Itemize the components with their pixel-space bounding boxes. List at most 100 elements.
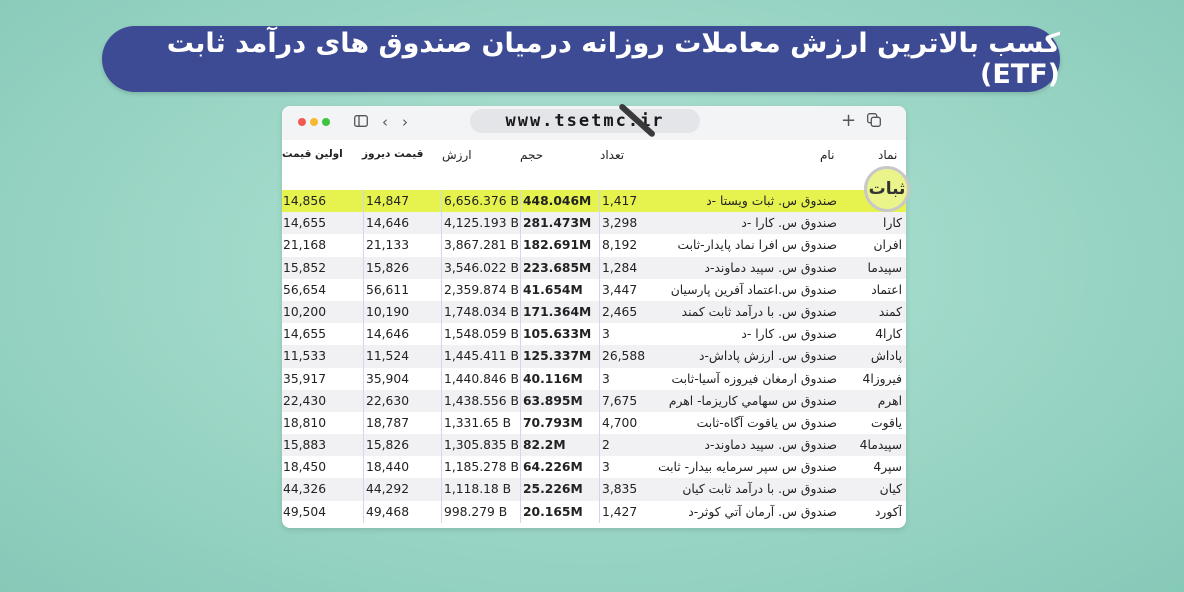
cell-value: 998.279 B: [441, 500, 522, 523]
cell-prev-price: 11,524: [363, 345, 442, 368]
cell-symbol: فيروزا4: [862, 371, 903, 386]
cell-first-price: 18,810: [283, 415, 327, 430]
cell-value: 1,331.65 B: [441, 411, 522, 435]
cell-count: 3,298: [599, 212, 650, 235]
cell-first-price: 18,450: [283, 460, 327, 475]
cell-prev-price: 15,826: [363, 434, 442, 457]
table-row[interactable]: 56,654 56,611 2,359.874 B 41.654M 3,447 صندوق…: [282, 278, 906, 301]
cell-symbol: سپيدما: [867, 260, 902, 275]
cell-first-price: 14,856: [283, 194, 327, 208]
cell-prev-price: 18,787: [363, 411, 442, 435]
table-row[interactable]: 10,200 10,190 1,748.034 B 171.364M 2,465 صندو…: [282, 300, 906, 324]
cell-volume: 171.364M: [520, 300, 601, 324]
cell-count: 1,284: [599, 256, 650, 279]
new-tab-icon[interactable]: +: [841, 112, 856, 130]
cell-volume: 41.654M: [520, 278, 601, 301]
cell-value: 1,548.059 B: [441, 323, 522, 346]
tabs-overview-icon[interactable]: [867, 113, 881, 131]
table-row[interactable]: 15,852 15,826 3,546.022 B 223.685M 1,284 صندو…: [282, 256, 906, 279]
cell-prev-price: 22,630: [363, 389, 442, 412]
cell-name: صندوق س. کارا -د: [741, 216, 837, 231]
maximize-window-button[interactable]: [322, 118, 330, 126]
banner-title: کسب بالاترین ارزش معاملات روزانه درمیان …: [102, 26, 1060, 92]
cell-first-price: 14,655: [283, 216, 327, 231]
sidebar-icon[interactable]: [354, 113, 368, 131]
cell-volume: 182.691M: [520, 234, 601, 257]
cell-count: 3,447: [599, 278, 650, 301]
cell-value: 1,445.411 B: [441, 345, 522, 368]
cell-prev-price: 56,611: [363, 278, 442, 301]
table-row[interactable]: 44,326 44,292 1,118.18 B 25.226M 3,835 صندوق …: [282, 478, 906, 501]
cell-volume: 105.633M: [520, 323, 601, 346]
header-first-price: اولین قیمت: [282, 148, 343, 160]
back-icon[interactable]: ‹: [382, 113, 388, 131]
table-row[interactable]: 14,856 14,847 6,656.376 B 448.046M 1,417 صندو…: [282, 190, 906, 213]
table-row[interactable]: 21,168 21,133 3,867.281 B 182.691M 8,192 صندو…: [282, 234, 906, 257]
cell-volume: 281.473M: [520, 212, 601, 235]
cell-first-price: 11,533: [283, 349, 327, 364]
cell-volume: 82.2M: [520, 434, 601, 457]
cell-prev-price: 44,292: [363, 478, 442, 501]
table-row[interactable]: 15,883 15,826 1,305.835 B 82.2M 2 صندوق س. سپ…: [282, 434, 906, 457]
table-row[interactable]: 14,655 14,646 1,548.059 B 105.633M 3 صندوق س.…: [282, 323, 906, 346]
cell-symbol: سپيدما4: [859, 438, 902, 453]
cell-volume: 40.116M: [520, 367, 601, 390]
cell-name: صندوق س. ارزش پاداش-د: [698, 349, 837, 364]
cell-prev-price: 14,646: [363, 323, 442, 346]
cell-prev-price: 21,133: [363, 234, 442, 257]
browser-toolbar: ‹ › www.tsetmc.ir +: [282, 106, 906, 140]
cell-value: 3,867.281 B: [441, 234, 522, 257]
header-value: ارزش: [442, 148, 472, 162]
cell-value: 1,185.278 B: [441, 456, 522, 479]
cell-name: صندوق س. آرمان آتي کوثر-د: [688, 504, 837, 519]
cell-count: 26,588: [599, 345, 650, 368]
cell-name: صندوق س سهامي کاريزما- اهرم: [668, 393, 837, 408]
cell-name: صندوق س. سپيد دماوند-د: [704, 260, 837, 275]
cell-prev-price: 49,468: [363, 500, 442, 523]
cell-first-price: 35,917: [283, 371, 327, 386]
cell-prev-price: 14,847: [363, 190, 442, 213]
cell-count: 2,465: [599, 300, 650, 324]
close-window-button[interactable]: [298, 118, 306, 126]
cell-name: صندوق س افرا نماد پايدار-ثابت: [677, 238, 838, 253]
cell-name: صندوق س. ثبات ويستا -د: [706, 194, 837, 208]
highlight-symbol: ثبات: [868, 179, 906, 199]
cell-count: 3: [599, 323, 650, 346]
table-row[interactable]: 22,430 22,630 1,438.556 B 63.895M 7,675 صندوق…: [282, 389, 906, 412]
cell-symbol: پاداش: [870, 349, 902, 364]
cell-symbol: اهرم: [877, 393, 902, 408]
forward-icon[interactable]: ›: [402, 113, 408, 131]
cell-first-price: 56,654: [283, 282, 327, 297]
cell-prev-price: 35,904: [363, 367, 442, 390]
table-row[interactable]: 14,655 14,646 4,125.193 B 281.473M 3,298 صندو…: [282, 212, 906, 235]
table-row[interactable]: 18,450 18,440 1,185.278 B 64.226M 3 صندوق س س…: [282, 456, 906, 479]
browser-window: ‹ › www.tsetmc.ir + اولین قیمت قیمت دیرو…: [282, 106, 906, 528]
cell-first-price: 49,504: [283, 504, 327, 519]
cell-prev-price: 18,440: [363, 456, 442, 479]
cell-name: صندوق س. با درآمد ثابت کمند: [681, 304, 837, 319]
cell-value: 4,125.193 B: [441, 212, 522, 235]
cell-name: صندوق س. سپيد دماوند-د: [704, 438, 837, 453]
cell-count: 4,700: [599, 411, 650, 435]
table-row[interactable]: 18,810 18,787 1,331.65 B 70.793M 4,700 صندوق …: [282, 411, 906, 435]
cell-value: 2,359.874 B: [441, 278, 522, 301]
cell-count: 3: [599, 456, 650, 479]
cell-name: صندوق س ياقوت آگاه-ثابت: [696, 415, 837, 430]
minimize-window-button[interactable]: [310, 118, 318, 126]
table-row[interactable]: 11,533 11,524 1,445.411 B 125.337M 26,588 صند…: [282, 345, 906, 368]
magnifier-icon: ثبات: [864, 166, 910, 212]
cell-symbol: سپر4: [873, 460, 902, 475]
cell-name: صندوق س سپر سرمايه بيدار- ثابت: [658, 460, 837, 475]
cell-name: صندوق ارمغان فيروزه آسيا-ثابت: [671, 371, 837, 386]
cell-volume: 448.046M: [520, 190, 601, 213]
table-row[interactable]: 35,917 35,904 1,440.846 B 40.116M 3 صندوق ارم…: [282, 367, 906, 390]
address-bar[interactable]: www.tsetmc.ir: [470, 109, 700, 133]
header-count: تعداد: [600, 148, 625, 162]
cell-symbol: آکورد: [874, 504, 902, 519]
cell-symbol: کيان: [879, 482, 902, 497]
table-row[interactable]: 49,504 49,468 998.279 B 20.165M 1,427 صندوق س…: [282, 500, 906, 523]
cell-prev-price: 15,826: [363, 256, 442, 279]
cell-value: 3,546.022 B: [441, 256, 522, 279]
cell-volume: 64.226M: [520, 456, 601, 479]
cell-value: 6,656.376 B: [441, 190, 522, 213]
